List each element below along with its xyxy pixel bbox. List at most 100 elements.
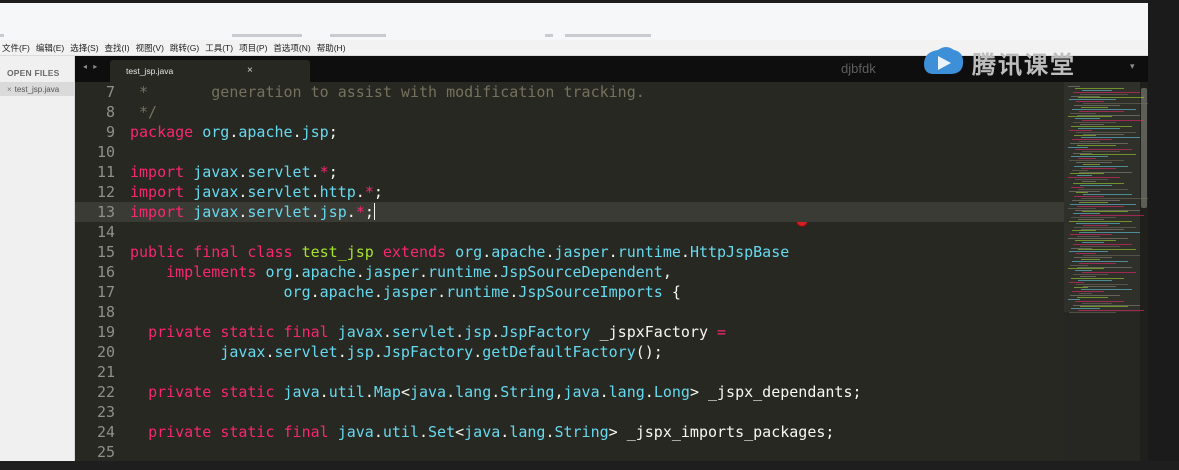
text-cursor: [373, 203, 375, 220]
minimap-line: [1077, 236, 1100, 238]
line-number: 21: [96, 363, 115, 381]
code-line[interactable]: 20 javax.servlet.jsp.JspFactory.getDefau…: [75, 342, 1064, 362]
minimap-line: [1075, 179, 1108, 181]
code-line[interactable]: 14: [75, 222, 1064, 242]
code-line[interactable]: 8 */: [75, 102, 1064, 122]
code-editor[interactable]: 7 * generation to assist with modificati…: [75, 82, 1064, 461]
minimap-line: [1076, 162, 1112, 163]
menu-item[interactable]: 项目(P): [237, 42, 271, 54]
minimap-line: [1072, 200, 1120, 201]
open-file-item[interactable]: × test_jsp.java: [0, 82, 74, 96]
title-bar-residue: [565, 34, 651, 37]
minimap-line: [1077, 144, 1116, 146]
code-line[interactable]: 10: [75, 142, 1064, 162]
code-line[interactable]: 7 * generation to assist with modificati…: [75, 82, 1064, 102]
tencent-classroom-logo-icon: [924, 47, 964, 74]
minimap-line: [1070, 173, 1104, 175]
code-line[interactable]: 23: [75, 402, 1064, 422]
watermark-text: djbfdk: [841, 61, 876, 76]
code-line[interactable]: 16 implements org.apache.jasper.runtime.…: [75, 262, 1064, 282]
minimap-line: [1077, 114, 1140, 116]
code-line[interactable]: 18: [75, 302, 1064, 322]
minimap-line: [1068, 268, 1104, 270]
minimap-line: [1070, 143, 1128, 144]
minimap-line: [1071, 277, 1124, 279]
menu-item[interactable]: 选择(S): [68, 42, 102, 54]
minimap-line: [1068, 207, 1096, 209]
line-number: 14: [96, 223, 115, 241]
code-line[interactable]: 19 private static final javax.servlet.js…: [75, 322, 1064, 342]
minimap-line: [1071, 125, 1132, 127]
minimap-line: [1072, 230, 1096, 232]
code-line[interactable]: 15 public final class test_jsp extends or…: [75, 242, 1064, 262]
minimap-line: [1073, 243, 1132, 245]
minimap-line: [1082, 150, 1120, 152]
minimap-line: [1075, 118, 1100, 120]
minimap-line: [1083, 103, 1148, 105]
minimap-line: [1075, 300, 1124, 302]
minimap-line: [1078, 279, 1112, 281]
tab-test-jsp[interactable]: test_jsp.java ×: [110, 60, 310, 82]
minimap-line: [1075, 148, 1132, 150]
minimap-line: [1081, 167, 1116, 169]
minimap-line: [1073, 152, 1092, 154]
minimap-line: [1079, 171, 1132, 173]
menu-item[interactable]: 首选项(N): [271, 42, 314, 54]
tab-label: test_jsp.java: [126, 66, 174, 76]
minimap-line: [1068, 298, 1080, 300]
menu-item[interactable]: 跳转(G): [168, 42, 203, 54]
minimap-line: [1078, 219, 1104, 220]
tab-close-icon[interactable]: ×: [247, 65, 253, 76]
minimap-line: [1069, 312, 1116, 314]
menu-item[interactable]: 编辑(E): [34, 42, 68, 54]
minimap-line: [1074, 196, 1104, 198]
minimap-line: [1078, 188, 1128, 190]
brand-watermark: 腾讯课堂: [918, 42, 1076, 82]
minimap-line: [1068, 86, 1080, 87]
tab-nav-arrows-icon[interactable]: ◂ ▸: [83, 62, 99, 71]
code-line[interactable]: 22 private static java.util.Map<java.lan…: [75, 382, 1064, 402]
code-text: private static java.util.Map<java.lang.S…: [148, 383, 862, 401]
code-line[interactable]: 9 package org.apache.jsp;: [75, 122, 1064, 142]
menu-item[interactable]: 帮助(H): [315, 42, 350, 54]
open-file-name: test_jsp.java: [14, 84, 60, 94]
minimap-line: [1073, 213, 1100, 215]
minimap-line: [1068, 146, 1088, 148]
minimap-line: [1082, 211, 1128, 213]
line-number: 10: [96, 143, 115, 161]
minimap-line: [1080, 184, 1112, 186]
minimap-line: [1077, 205, 1124, 207]
code-line[interactable]: 17 org.apache.jasper.runtime.JspSourceIm…: [75, 282, 1064, 302]
menu-item[interactable]: 视图(V): [134, 42, 168, 54]
minimap-line: [1081, 258, 1100, 260]
scrollbar-thumb[interactable]: [1141, 88, 1147, 208]
minimap-line: [1079, 201, 1108, 203]
code-line[interactable]: 12 import javax.servlet.http.*;: [75, 182, 1064, 202]
minimap-line: [1072, 169, 1088, 171]
minimap-line: [1070, 112, 1096, 114]
code-line[interactable]: 21: [75, 362, 1064, 382]
minimap-line: [1075, 87, 1124, 89]
menu-item[interactable]: 查找(I): [103, 42, 134, 54]
menu-item[interactable]: 文件(F): [0, 42, 34, 54]
vertical-scrollbar[interactable]: [1140, 82, 1148, 461]
code-line[interactable]: 11 import javax.servlet.*;: [75, 162, 1064, 182]
minimap-line: [1082, 181, 1096, 182]
code-line[interactable]: 24 private static final java.util.Set<ja…: [75, 422, 1064, 442]
menu-item[interactable]: 工具(T): [203, 42, 237, 54]
close-file-icon[interactable]: ×: [7, 85, 12, 94]
minimap-line: [1079, 232, 1140, 234]
minimap-line: [1080, 245, 1120, 247]
tab-overflow-icon[interactable]: ▾: [1130, 61, 1135, 72]
minimap-line: [1083, 255, 1140, 257]
minimap-line: [1071, 247, 1092, 249]
minimap-line: [1080, 306, 1128, 308]
minimap-line: [1076, 101, 1104, 103]
minimap-line: [1080, 215, 1144, 217]
minimap[interactable]: [1064, 82, 1148, 461]
minimap-line: [1077, 175, 1092, 177]
line-number: 22: [96, 383, 115, 401]
minimap-line: [1083, 133, 1124, 135]
code-line[interactable]: 25: [75, 442, 1064, 461]
code-line[interactable]: 13 import javax.servlet.jsp.*;: [75, 202, 1064, 222]
